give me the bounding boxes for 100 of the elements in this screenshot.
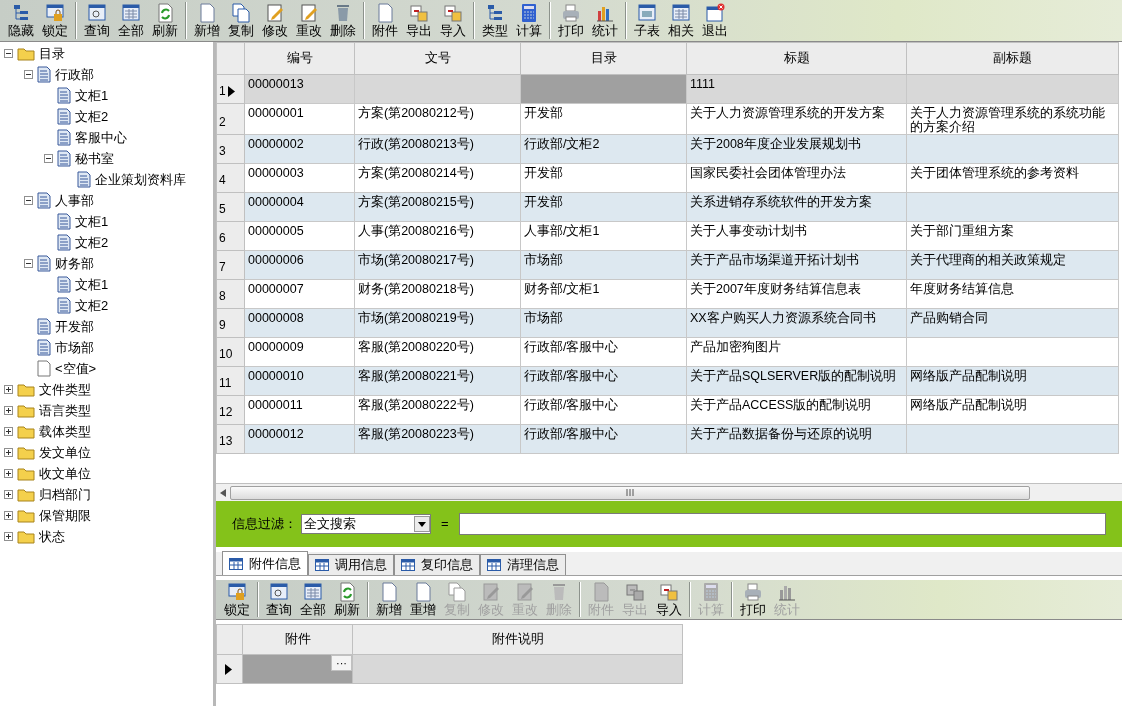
table-row[interactable]: 9 00000008 市场(第20080219号) 市场部 XX客户购买人力资源系统合同书 产品购销合同 bbox=[216, 308, 1119, 338]
document-icon bbox=[37, 339, 51, 356]
tree-item[interactable]: 文柜2 bbox=[75, 232, 109, 253]
toolbar-button[interactable]: 全部 bbox=[296, 582, 330, 617]
tree-item[interactable]: 秘书室 bbox=[75, 148, 114, 169]
tab[interactable]: 清理信息 bbox=[480, 554, 566, 575]
tree-item[interactable]: 文柜2 bbox=[75, 295, 109, 316]
tree-item[interactable]: 行政部 bbox=[55, 64, 94, 85]
toolbar-button[interactable]: 新增 bbox=[190, 2, 224, 39]
tree-item[interactable]: 文件类型 bbox=[39, 379, 91, 400]
tree-item[interactable]: 发文单位 bbox=[39, 442, 91, 463]
table-row[interactable]: 6 00000005 人事(第20080216号) 人事部/文柜1 关于人事变动计划书 关于部门重组方案 bbox=[216, 221, 1119, 251]
tree-item[interactable]: 归档部门 bbox=[39, 484, 91, 505]
table-row[interactable]: 4 00000003 方案(第20080214号) 开发部 国家民委社会团体管理办法 关于团体管理系统的参考资料 bbox=[216, 163, 1119, 193]
tree-item[interactable]: 人事部 bbox=[55, 190, 94, 211]
table-row[interactable]: 11 00000010 客服(第20080221号) 行政部/客服中心 关于产品SQLSERVER版的配制说明 网络版产品配制说明 bbox=[216, 366, 1119, 396]
tree-item[interactable]: 财务部 bbox=[55, 253, 94, 274]
expand-icon[interactable] bbox=[4, 406, 13, 415]
collapse-icon[interactable] bbox=[24, 259, 33, 268]
toolbar-button[interactable]: 类型 bbox=[478, 2, 512, 39]
collapse-icon[interactable] bbox=[4, 49, 13, 58]
collapse-icon[interactable] bbox=[24, 196, 33, 205]
toolbar-button[interactable]: 查询 bbox=[80, 2, 114, 39]
toolbar-button[interactable]: 修改 bbox=[258, 2, 292, 39]
tab[interactable]: 调用信息 bbox=[308, 554, 394, 575]
toolbar-button[interactable]: 附件 bbox=[368, 2, 402, 39]
table-cell-text: 客服(第20080222号) bbox=[358, 397, 475, 412]
scrollbar-thumb[interactable] bbox=[230, 485, 1030, 500]
table-row[interactable]: ··· bbox=[216, 654, 683, 684]
toolbar-button[interactable]: 隐藏 bbox=[4, 2, 38, 39]
table-row[interactable]: 7 00000006 市场(第20080217号) 市场部 关于产品市场渠道开拓计划书 关于代理商的相关政策规定 bbox=[216, 250, 1119, 280]
tree-item[interactable]: 市场部 bbox=[55, 337, 94, 358]
toolbar-button[interactable]: 导出 bbox=[402, 2, 436, 39]
tree-item[interactable]: 保管期限 bbox=[39, 505, 91, 526]
table-row[interactable]: 13 00000012 客服(第20080223号) 行政部/客服中心 关于产品数据备份与还原的说明 bbox=[216, 424, 1119, 454]
tree-item[interactable]: 状态 bbox=[39, 526, 65, 547]
tree-item[interactable]: 客服中心 bbox=[75, 127, 127, 148]
toolbar-button[interactable]: 刷新 bbox=[148, 2, 182, 39]
toolbar-button[interactable]: 导入 bbox=[652, 582, 686, 617]
toolbar-button[interactable]: 统计 bbox=[588, 2, 622, 39]
tab[interactable]: 附件信息 bbox=[222, 551, 308, 575]
collapse-icon[interactable] bbox=[24, 70, 33, 79]
toolbar-button[interactable]: 退出 bbox=[698, 2, 732, 39]
toolbar-button[interactable]: 新增 bbox=[372, 582, 406, 617]
tree-item[interactable]: 文柜1 bbox=[75, 274, 109, 295]
filter-field-dropdown[interactable]: 全文搜索 bbox=[301, 514, 431, 534]
table-row[interactable]: 10 00000009 客服(第20080220号) 行政部/客服中心 产品加密狗图片 bbox=[216, 337, 1119, 367]
toolbar-button[interactable]: 锁定 bbox=[220, 582, 254, 617]
column-header[interactable]: 附件 bbox=[242, 624, 353, 655]
tab[interactable]: 复印信息 bbox=[394, 554, 480, 575]
tree-item[interactable]: 开发部 bbox=[55, 316, 94, 337]
toolbar-button[interactable]: 刷新 bbox=[330, 582, 364, 617]
page-icon bbox=[413, 582, 433, 602]
toolbar-button[interactable]: 计算 bbox=[512, 2, 546, 39]
tree-item[interactable]: 收文单位 bbox=[39, 463, 91, 484]
toolbar-button[interactable]: 复制 bbox=[224, 2, 258, 39]
toolbar-button[interactable]: 重增 bbox=[406, 582, 440, 617]
tree-item[interactable]: 文柜2 bbox=[75, 106, 109, 127]
table-row[interactable]: 1 00000013 1111 bbox=[216, 74, 1119, 104]
toolbar-button[interactable]: 打印 bbox=[554, 2, 588, 39]
expand-icon[interactable] bbox=[4, 469, 13, 478]
toolbar-button[interactable]: 全部 bbox=[114, 2, 148, 39]
column-header[interactable]: 标题 bbox=[686, 42, 907, 75]
tree-item[interactable]: 文柜1 bbox=[75, 85, 109, 106]
table-row[interactable]: 5 00000004 方案(第20080215号) 开发部 关系进销存系统软件的开发方案 bbox=[216, 192, 1119, 222]
tree-item[interactable]: <空值> bbox=[55, 358, 97, 379]
expand-icon[interactable] bbox=[4, 490, 13, 499]
column-header[interactable]: 文号 bbox=[354, 42, 521, 75]
toolbar-button[interactable]: 相关 bbox=[664, 2, 698, 39]
tree-item[interactable]: 企业策划资料库 bbox=[95, 169, 186, 190]
column-header[interactable]: 目录 bbox=[520, 42, 687, 75]
horizontal-scrollbar[interactable] bbox=[216, 483, 1122, 501]
table-row[interactable]: 8 00000007 财务(第20080218号) 财务部/文柜1 关于2007年度财务结算信息表 年度财务结算信息 bbox=[216, 279, 1119, 309]
expand-icon[interactable] bbox=[4, 427, 13, 436]
browse-button[interactable]: ··· bbox=[331, 655, 352, 671]
column-header[interactable]: 副标题 bbox=[906, 42, 1119, 75]
expand-icon[interactable] bbox=[4, 385, 13, 394]
toolbar-button[interactable]: 子表 bbox=[630, 2, 664, 39]
tree-item[interactable]: 目录 bbox=[39, 43, 65, 64]
scroll-left-icon[interactable] bbox=[220, 488, 226, 497]
tree-item[interactable]: 语言类型 bbox=[39, 400, 91, 421]
toolbar-button[interactable]: 查询 bbox=[262, 582, 296, 617]
table-row[interactable]: 12 00000011 客服(第20080222号) 行政部/客服中心 关于产品ACCESS版的配制说明 网络版产品配制说明 bbox=[216, 395, 1119, 425]
transfer-icon bbox=[409, 3, 429, 23]
column-header[interactable]: 附件说明 bbox=[352, 624, 683, 655]
toolbar-button[interactable]: 打印 bbox=[736, 582, 770, 617]
table-row[interactable]: 2 00000001 方案(第20080212号) 开发部 关于人力资源管理系统的开发方案 关于人力资源管理系统的系统功能的方案介绍 bbox=[216, 103, 1119, 135]
expand-icon[interactable] bbox=[4, 448, 13, 457]
tree-item[interactable]: 载体类型 bbox=[39, 421, 91, 442]
column-header[interactable]: 编号 bbox=[244, 42, 355, 75]
expand-icon[interactable] bbox=[4, 511, 13, 520]
toolbar-button[interactable]: 删除 bbox=[326, 2, 360, 39]
toolbar-button[interactable]: 锁定 bbox=[38, 2, 72, 39]
tree-item[interactable]: 文柜1 bbox=[75, 211, 109, 232]
toolbar-button[interactable]: 导入 bbox=[436, 2, 470, 39]
table-row[interactable]: 3 00000002 行政(第20080213号) 行政部/文柜2 关于2008年度企业发展规划书 bbox=[216, 134, 1119, 164]
expand-icon[interactable] bbox=[4, 532, 13, 541]
toolbar-button[interactable]: 重改 bbox=[292, 2, 326, 39]
filter-input-field[interactable] bbox=[458, 513, 1106, 535]
collapse-icon[interactable] bbox=[44, 154, 53, 163]
